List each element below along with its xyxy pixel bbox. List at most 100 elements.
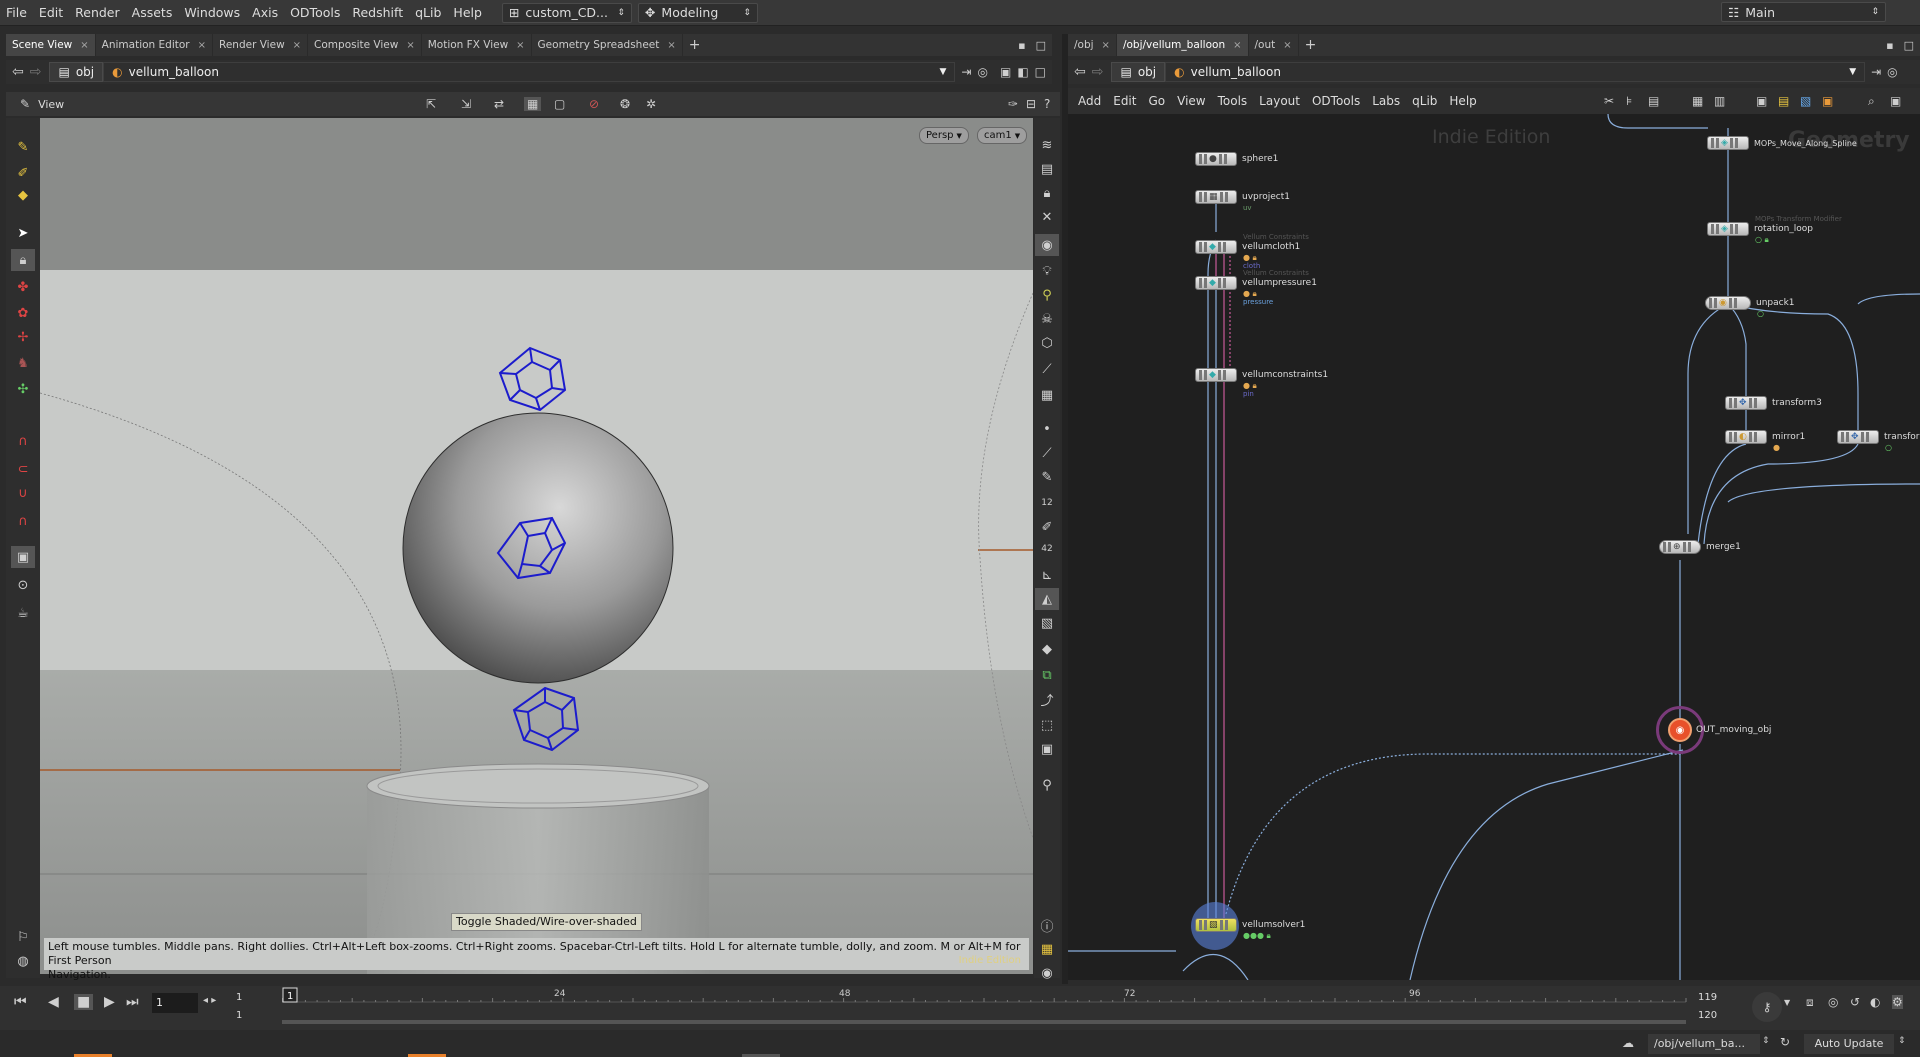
- menu-render[interactable]: Render: [69, 0, 126, 26]
- menu-file[interactable]: File: [0, 0, 33, 26]
- view-options-icon[interactable]: ⊟: [1026, 97, 1036, 111]
- sculpt-icon[interactable]: ✿: [11, 302, 35, 324]
- updown-icon[interactable]: ⇕: [1762, 1036, 1770, 1046]
- menu-help[interactable]: Help: [447, 0, 488, 26]
- node-unpack1[interactable]: ◉ unpack1 ○: [1705, 296, 1795, 318]
- menu-view[interactable]: View: [1171, 88, 1211, 114]
- node-uvproject1[interactable]: ▦ uvproject1 uv: [1195, 190, 1290, 212]
- shelf-selector[interactable]: ✥ Modeling ⇕: [637, 2, 758, 23]
- select-arrow-icon[interactable]: ➤: [11, 222, 35, 244]
- desktop-selector[interactable]: ⊞ custom_CD... ⇕: [501, 2, 632, 23]
- node-sphere1[interactable]: ● sphere1: [1195, 152, 1278, 166]
- xray-icon[interactable]: ✕: [1035, 206, 1059, 228]
- refresh-icon[interactable]: ↻: [1780, 1035, 1790, 1049]
- brush-tool-icon[interactable]: ✐: [11, 162, 35, 184]
- tree-icon[interactable]: ⊧: [1626, 94, 1632, 108]
- node-merge1[interactable]: ⊕ merge1: [1659, 540, 1741, 554]
- snap-icon[interactable]: ⇲: [461, 97, 471, 111]
- paint-icon[interactable]: ✐: [1035, 516, 1059, 538]
- rig-icon[interactable]: ♞: [11, 352, 35, 374]
- menu-edit[interactable]: Edit: [33, 0, 69, 26]
- tool-icon[interactable]: ⤴: [1035, 688, 1059, 710]
- network-editor[interactable]: Indie Edition Geometry ● sphere1 ▦ uvpro…: [1068, 114, 1920, 980]
- close-icon[interactable]: ×: [406, 40, 414, 51]
- end-frame-label-2[interactable]: 120: [1698, 1010, 1717, 1021]
- tab-animation-editor[interactable]: Animation Editor ×: [96, 34, 214, 56]
- note-icon[interactable]: ▣: [1756, 94, 1767, 108]
- search-icon[interactable]: ⌕: [1868, 94, 1875, 109]
- brush-icon[interactable]: ✎: [1035, 466, 1059, 488]
- window-icon[interactable]: □: [1035, 65, 1046, 79]
- close-icon[interactable]: ×: [293, 40, 301, 51]
- diamond-icon[interactable]: ◆: [1035, 638, 1059, 660]
- close-icon[interactable]: ×: [1283, 40, 1291, 51]
- menu-tools[interactable]: Tools: [1212, 88, 1254, 114]
- light-green-icon[interactable]: ⚲: [1035, 284, 1059, 306]
- keyframe-icon[interactable]: ⧈: [1806, 995, 1814, 1010]
- key-icon[interactable]: ⚷: [1752, 992, 1782, 1022]
- magnet-icon[interactable]: ∩: [11, 430, 35, 452]
- step-back-button[interactable]: ◀: [48, 994, 59, 1010]
- pane-menu-icon[interactable]: ▪: [1886, 39, 1893, 52]
- jump-end-button[interactable]: ⏭: [126, 994, 139, 1010]
- menu-layout[interactable]: Layout: [1253, 88, 1306, 114]
- tab-motion-fx-view[interactable]: Motion FX View ×: [422, 34, 532, 56]
- pin-icon[interactable]: ⇥: [961, 65, 971, 79]
- pen-tool-icon[interactable]: ◆: [11, 184, 35, 206]
- back-arrow-icon[interactable]: ⇦: [1074, 64, 1086, 80]
- wire-icon[interactable]: ≋: [1035, 134, 1059, 156]
- audio-icon[interactable]: ◐: [1870, 995, 1880, 1009]
- menu-redshift[interactable]: Redshift: [346, 0, 409, 26]
- grid-icon[interactable]: ⊾: [1035, 564, 1059, 586]
- selection-mode-icon[interactable]: ⇱: [426, 97, 436, 111]
- tab-obj[interactable]: /obj ×: [1068, 34, 1117, 56]
- lock-icon[interactable]: 🔒︎: [11, 249, 35, 271]
- layout-icon[interactable]: ◧: [1017, 65, 1028, 79]
- node-vellumpressure1[interactable]: ◆ vellumpressure1 Vellum Constraints ● 🔒…: [1195, 269, 1317, 306]
- handle-tool-icon[interactable]: ✎: [11, 136, 35, 158]
- tab-composite-view[interactable]: Composite View ×: [308, 34, 422, 56]
- menu-add[interactable]: Add: [1072, 88, 1107, 114]
- settings-icon[interactable]: ✲: [646, 97, 656, 111]
- settings-icon[interactable]: ⚙: [1892, 995, 1903, 1009]
- realtime-icon[interactable]: ◎: [1828, 995, 1838, 1009]
- node-vellumconstraints1[interactable]: ◆ vellumconstraints1 ● 🔒︎ pin: [1195, 368, 1328, 398]
- node-mirror1[interactable]: ◐ mirror1 ●: [1725, 430, 1805, 452]
- cloud-icon[interactable]: ☁: [1622, 1036, 1634, 1050]
- menu-odtools[interactable]: ODTools: [1306, 88, 1366, 114]
- box-icon[interactable]: ▣: [1822, 94, 1833, 108]
- ghost-icon[interactable]: ❂: [620, 97, 630, 111]
- close-icon[interactable]: ×: [1233, 40, 1241, 51]
- grid-icon[interactable]: ▦: [1692, 94, 1703, 108]
- shaded-mode-icon[interactable]: ▦: [524, 97, 542, 111]
- options-icon[interactable]: ▣: [1890, 94, 1901, 108]
- dropdown-icon[interactable]: ▼: [940, 67, 947, 77]
- menu-assets[interactable]: Assets: [126, 0, 179, 26]
- number-icon[interactable]: 42: [1035, 538, 1059, 560]
- camera-select-button[interactable]: cam1 ▼: [977, 127, 1028, 144]
- dropdown-icon[interactable]: ▼: [1784, 998, 1790, 1007]
- add-tab-button[interactable]: +: [683, 34, 707, 56]
- uv-icon[interactable]: ▦: [1035, 384, 1059, 406]
- path-root-crumb[interactable]: ▤ obj: [49, 62, 104, 82]
- info-icon[interactable]: ⓘ: [1035, 914, 1059, 936]
- menu-go[interactable]: Go: [1142, 88, 1171, 114]
- menu-axis[interactable]: Axis: [246, 0, 284, 26]
- stop-button[interactable]: ■: [74, 994, 94, 1010]
- snap-icon[interactable]: ⊙: [11, 574, 35, 596]
- menu-qlib[interactable]: qLib: [409, 0, 447, 26]
- pane-maximize-icon[interactable]: □: [1904, 39, 1914, 52]
- layout-icon[interactable]: ▦: [1035, 938, 1059, 960]
- close-icon[interactable]: ×: [80, 40, 88, 51]
- bg-icon[interactable]: ◉: [1035, 234, 1059, 256]
- image-icon[interactable]: ▧: [1800, 94, 1811, 108]
- jump-start-button[interactable]: ⏮: [14, 994, 27, 1010]
- snapshot-icon[interactable]: ▣: [1035, 738, 1059, 760]
- node-rotation-loop[interactable]: ◈ rotation_loop MOPs Transform Modifier …: [1707, 215, 1842, 244]
- menu-help[interactable]: Help: [1443, 88, 1482, 114]
- link-icon[interactable]: ◎: [1887, 65, 1897, 79]
- path-node-crumb[interactable]: ◐ vellum_balloon ▼: [1165, 62, 1866, 82]
- select-icon[interactable]: ⇄: [494, 97, 504, 111]
- frame-icon[interactable]: ⬚: [1035, 714, 1059, 736]
- tab-render-view[interactable]: Render View ×: [213, 34, 309, 56]
